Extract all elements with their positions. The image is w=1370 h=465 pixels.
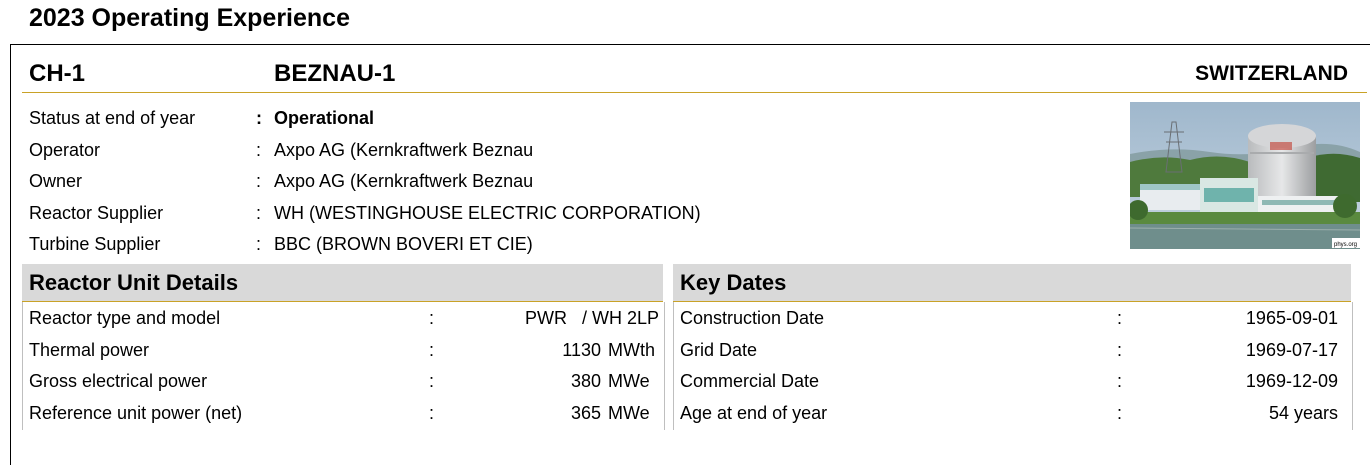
photo-credit: phys.org: [1334, 242, 1357, 248]
country: SWITZERLAND: [1195, 62, 1348, 85]
detail-label: Reactor type and model: [29, 308, 221, 328]
reactor-details-header: Reactor Unit Details: [22, 264, 663, 302]
detail-colon: :: [429, 371, 435, 391]
info-value-status: Operational: [274, 108, 375, 128]
date-value: 1965-09-01: [1245, 308, 1338, 328]
date-label: Grid Date: [680, 340, 758, 360]
date-value: 54 years: [1268, 403, 1338, 423]
key-dates-panel: Construction Date : 1965-09-01 Grid Date…: [673, 302, 1353, 430]
detail-label: Reference unit power (net): [29, 403, 243, 423]
info-colon: :: [256, 140, 262, 160]
info-value: BBC (BROWN BOVERI ET CIE): [274, 234, 533, 254]
detail-row-gross-power: Gross electrical power : 380 MWe: [29, 368, 659, 394]
info-colon: :: [256, 108, 262, 128]
detail-row-thermal-power: Thermal power : 1130 MWth: [29, 337, 659, 363]
date-colon: :: [1117, 403, 1123, 423]
info-value: Axpo AG (Kernkraftwerk Beznau: [274, 140, 534, 160]
unit-name: BEZNAU-1: [274, 60, 396, 87]
date-row-commercial: Commercial Date : 1969-12-09: [680, 368, 1340, 394]
info-label: Operator: [29, 140, 101, 160]
detail-unit: MWe: [608, 403, 650, 423]
page-title: 2023 Operating Experience: [29, 4, 350, 32]
reactor-details-heading: Reactor Unit Details: [29, 270, 239, 295]
info-colon: :: [256, 234, 262, 254]
detail-value: 380: [570, 371, 601, 391]
date-label: Age at end of year: [680, 403, 828, 423]
detail-label: Gross electrical power: [29, 371, 208, 391]
detail-row-net-power: Reference unit power (net) : 365 MWe: [29, 400, 659, 426]
detail-value: PWR / WH 2LP: [524, 308, 659, 328]
info-label: Reactor Supplier: [29, 203, 164, 223]
detail-colon: :: [429, 308, 435, 328]
date-colon: :: [1117, 308, 1123, 328]
plant-photo-illustration: phys.org: [1130, 102, 1360, 249]
key-dates-heading: Key Dates: [680, 270, 787, 295]
detail-colon: :: [429, 340, 435, 360]
date-value: 1969-07-17: [1245, 340, 1338, 360]
detail-unit: MWe: [608, 371, 650, 391]
date-row-age: Age at end of year : 54 years: [680, 400, 1340, 426]
detail-label: Thermal power: [29, 340, 150, 360]
detail-row-reactor-type: Reactor type and model : PWR / WH 2LP: [29, 305, 659, 331]
info-colon: :: [256, 203, 262, 223]
info-value: WH (WESTINGHOUSE ELECTRIC CORPORATION): [274, 203, 701, 223]
date-row-grid: Grid Date : 1969-07-17: [680, 337, 1340, 363]
unit-code: CH-1: [29, 60, 86, 87]
info-label: Owner: [29, 171, 83, 191]
date-label: Construction Date: [680, 308, 825, 328]
detail-value: 365: [570, 403, 601, 423]
plant-photo: phys.org: [1130, 102, 1360, 249]
info-value: Axpo AG (Kernkraftwerk Beznau: [274, 171, 534, 191]
date-colon: :: [1117, 340, 1123, 360]
info-label: Turbine Supplier: [29, 234, 161, 254]
date-colon: :: [1117, 371, 1123, 391]
date-row-construction: Construction Date : 1965-09-01: [680, 305, 1340, 331]
detail-unit: MWth: [608, 340, 655, 360]
detail-colon: :: [429, 403, 435, 423]
date-label: Commercial Date: [680, 371, 820, 391]
reactor-details-panel: Reactor type and model : PWR / WH 2LP Th…: [22, 302, 665, 430]
header-divider: [22, 92, 1367, 93]
info-label: Status at end of year: [29, 108, 196, 128]
detail-value: 1130: [562, 340, 601, 360]
date-value: 1969-12-09: [1245, 371, 1338, 391]
key-dates-header: Key Dates: [673, 264, 1351, 302]
info-colon: :: [256, 171, 262, 191]
